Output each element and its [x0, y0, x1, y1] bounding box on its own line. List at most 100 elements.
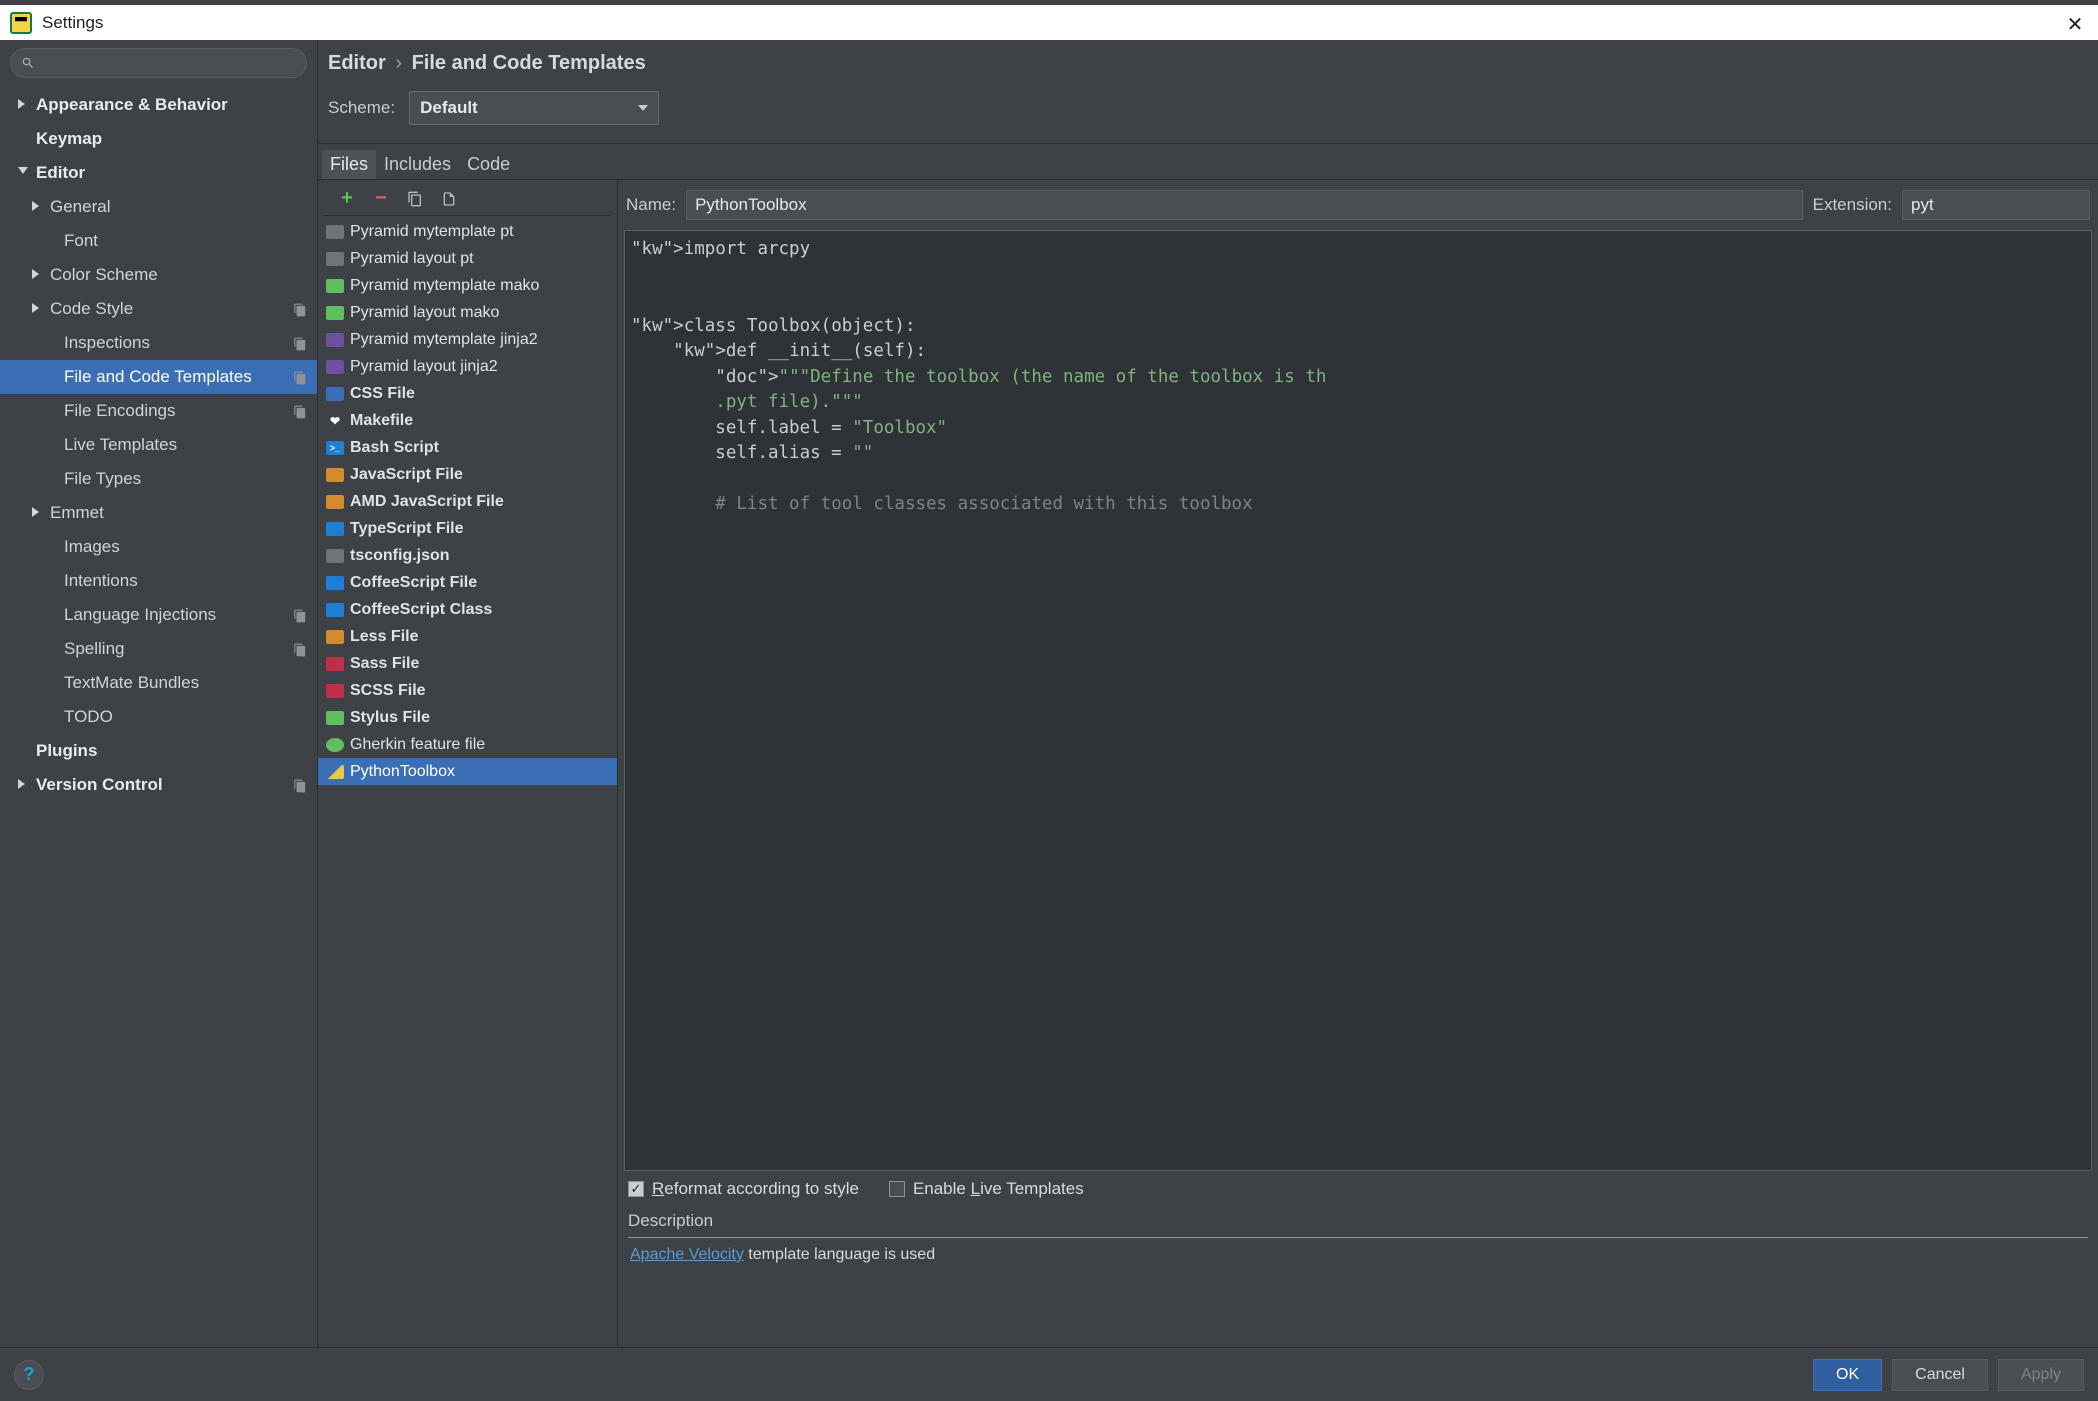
tree-item[interactable]: Color Scheme: [0, 258, 317, 292]
scheme-value: Default: [420, 98, 478, 118]
template-list[interactable]: Pyramid mytemplate ptPyramid layout ptPy…: [318, 216, 617, 1347]
tab-includes[interactable]: Includes: [376, 150, 459, 179]
template-item[interactable]: Makefile: [318, 407, 617, 434]
template-item[interactable]: CoffeeScript File: [318, 569, 617, 596]
extension-input[interactable]: [1902, 190, 2090, 220]
velocity-link[interactable]: Apache Velocity: [630, 1246, 744, 1263]
tree-item[interactable]: Plugins: [0, 734, 317, 768]
tree-item-label: Language Injections: [64, 605, 216, 625]
close-button[interactable]: ✕: [2060, 9, 2090, 39]
file-type-icon: [326, 414, 344, 428]
tab-files[interactable]: Files: [322, 150, 376, 179]
revert-template-button[interactable]: [440, 190, 458, 208]
code-editor[interactable]: "kw">import arcpy "kw">class Toolbox(obj…: [624, 230, 2092, 1171]
template-item[interactable]: Pyramid mytemplate pt: [318, 218, 617, 245]
template-item-label: JavaScript File: [350, 466, 463, 484]
template-item[interactable]: Gherkin feature file: [318, 731, 617, 758]
window-title: Settings: [42, 13, 103, 33]
template-item[interactable]: tsconfig.json: [318, 542, 617, 569]
template-item[interactable]: JavaScript File: [318, 461, 617, 488]
tree-item-label: General: [50, 197, 110, 217]
tree-item[interactable]: General: [0, 190, 317, 224]
tree-item[interactable]: Images: [0, 530, 317, 564]
template-item[interactable]: Pyramid layout jinja2: [318, 353, 617, 380]
search-input[interactable]: [10, 48, 307, 78]
template-item[interactable]: CSS File: [318, 380, 617, 407]
live-templates-checkbox[interactable]: Enable Live Templates: [889, 1179, 1084, 1199]
tree-item[interactable]: File Encodings: [0, 394, 317, 428]
search-icon: [21, 56, 35, 70]
template-item-label: Gherkin feature file: [350, 736, 485, 754]
title-bar: Settings ✕: [0, 0, 2098, 40]
remove-template-button[interactable]: −: [372, 190, 390, 208]
file-type-icon: [326, 225, 344, 239]
breadcrumb-leaf: File and Code Templates: [412, 52, 646, 74]
template-item-label: CoffeeScript File: [350, 574, 477, 592]
template-item[interactable]: Stylus File: [318, 704, 617, 731]
tree-item[interactable]: Version Control: [0, 768, 317, 802]
content-area: Editor › File and Code Templates Scheme:…: [318, 40, 2098, 1347]
tree-item[interactable]: Code Style: [0, 292, 317, 326]
tree-item[interactable]: TextMate Bundles: [0, 666, 317, 700]
tree-item[interactable]: Live Templates: [0, 428, 317, 462]
project-scope-icon: [293, 370, 307, 384]
ok-button[interactable]: OK: [1813, 1359, 1882, 1391]
file-type-icon: [326, 549, 344, 563]
template-item[interactable]: TypeScript File: [318, 515, 617, 542]
template-item[interactable]: PythonToolbox: [318, 758, 617, 785]
tree-item[interactable]: File and Code Templates: [0, 360, 317, 394]
apply-button[interactable]: Apply: [1998, 1359, 2084, 1391]
tab-code[interactable]: Code: [459, 150, 518, 179]
file-type-icon: [326, 657, 344, 671]
file-type-icon: [326, 306, 344, 320]
template-item[interactable]: Pyramid layout mako: [318, 299, 617, 326]
template-item[interactable]: Sass File: [318, 650, 617, 677]
extension-label: Extension:: [1813, 195, 1892, 215]
checkbox-box: ✓: [628, 1181, 644, 1197]
tree-item-label: Intentions: [64, 571, 138, 591]
settings-tree[interactable]: Appearance & BehaviorKeymapEditor General…: [0, 84, 317, 1347]
description-label: Description: [628, 1211, 2088, 1231]
template-item-label: Pyramid layout jinja2: [350, 358, 498, 376]
cancel-button[interactable]: Cancel: [1892, 1359, 1988, 1391]
tree-item[interactable]: Appearance & Behavior: [0, 88, 317, 122]
chevron-down-icon: [638, 105, 648, 111]
help-button[interactable]: ?: [14, 1360, 44, 1390]
settings-sidebar: Appearance & BehaviorKeymapEditor General…: [0, 40, 318, 1347]
tree-item[interactable]: TODO: [0, 700, 317, 734]
template-item[interactable]: Bash Script: [318, 434, 617, 461]
tree-item[interactable]: Emmet: [0, 496, 317, 530]
copy-template-button[interactable]: [406, 190, 424, 208]
description-text: template language is used: [744, 1246, 935, 1263]
template-item[interactable]: CoffeeScript Class: [318, 596, 617, 623]
template-item[interactable]: AMD JavaScript File: [318, 488, 617, 515]
template-item[interactable]: Pyramid layout pt: [318, 245, 617, 272]
template-item[interactable]: Pyramid mytemplate jinja2: [318, 326, 617, 353]
add-template-button[interactable]: +: [338, 190, 356, 208]
tree-item[interactable]: File Types: [0, 462, 317, 496]
scheme-select[interactable]: Default: [409, 91, 659, 125]
file-type-icon: [326, 711, 344, 725]
footer: ? OK Cancel Apply: [0, 1347, 2098, 1401]
tree-item[interactable]: Language Injections: [0, 598, 317, 632]
mid-split: + − Pyramid mytemplate ptPyramid layout …: [318, 180, 2098, 1347]
template-item[interactable]: Less File: [318, 623, 617, 650]
tree-item[interactable]: Spelling: [0, 632, 317, 666]
template-item[interactable]: SCSS File: [318, 677, 617, 704]
tree-item[interactable]: Editor: [0, 156, 317, 190]
project-scope-icon: [293, 778, 307, 792]
tabs: FilesIncludesCode: [318, 144, 2098, 180]
template-item[interactable]: Pyramid mytemplate mako: [318, 272, 617, 299]
tree-item[interactable]: Inspections: [0, 326, 317, 360]
tree-item[interactable]: Intentions: [0, 564, 317, 598]
template-item-label: CoffeeScript Class: [350, 601, 492, 619]
file-type-icon: [326, 630, 344, 644]
tree-item[interactable]: Font: [0, 224, 317, 258]
tree-item[interactable]: Keymap: [0, 122, 317, 156]
file-type-icon: [326, 603, 344, 617]
reformat-checkbox[interactable]: ✓ Reformat according to style: [628, 1179, 859, 1199]
name-input[interactable]: [686, 190, 1803, 220]
template-item-label: Sass File: [350, 655, 419, 673]
template-item-label: AMD JavaScript File: [350, 493, 504, 511]
tree-item-label: Spelling: [64, 639, 125, 659]
